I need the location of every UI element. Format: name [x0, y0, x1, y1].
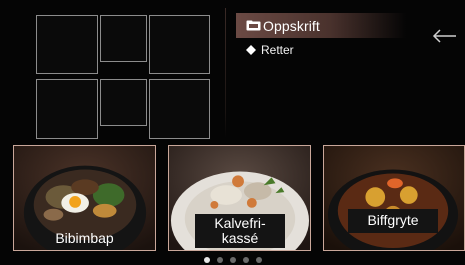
recipe-card-kalvefrikasse[interactable]: Kalvefri- kassé	[168, 145, 311, 251]
card-label: Biffgryte	[348, 209, 438, 233]
menu-item-label: Retter	[261, 43, 294, 57]
image-placeholder	[149, 79, 210, 139]
menu-item-retter[interactable]: Retter	[246, 40, 294, 60]
page-dot[interactable]	[216, 257, 223, 263]
image-placeholder	[100, 79, 147, 126]
recipe-screen: Oppskrift Retter Bibimbap Kalvefri- kass…	[0, 0, 465, 265]
card-label: Bibimbap	[55, 230, 114, 246]
card-label: Kalvefri- kassé	[195, 214, 285, 248]
image-placeholder	[149, 15, 210, 74]
vertical-divider	[225, 8, 226, 138]
image-placeholder	[100, 15, 147, 62]
diamond-icon	[246, 45, 256, 55]
page-dot[interactable]	[242, 257, 249, 263]
image-placeholder	[36, 79, 98, 139]
page-dot[interactable]	[229, 257, 236, 263]
folder-icon	[246, 20, 261, 31]
card-label-line2: kassé	[221, 230, 259, 246]
menu-item-oppskrift[interactable]: Oppskrift	[236, 13, 406, 38]
arrow-left-icon[interactable]	[431, 26, 457, 46]
pagination	[0, 257, 465, 263]
card-label-line1: Kalvefri-	[214, 215, 266, 231]
page-dot[interactable]	[203, 257, 210, 263]
page-dot[interactable]	[255, 257, 262, 263]
menu-item-label: Oppskrift	[263, 17, 320, 34]
recipe-card-bibimbap[interactable]: Bibimbap	[13, 145, 156, 251]
recipe-card-biffgryte[interactable]: Biffgryte	[323, 145, 465, 251]
image-placeholder	[36, 15, 98, 74]
biffgryte-image	[324, 146, 464, 250]
